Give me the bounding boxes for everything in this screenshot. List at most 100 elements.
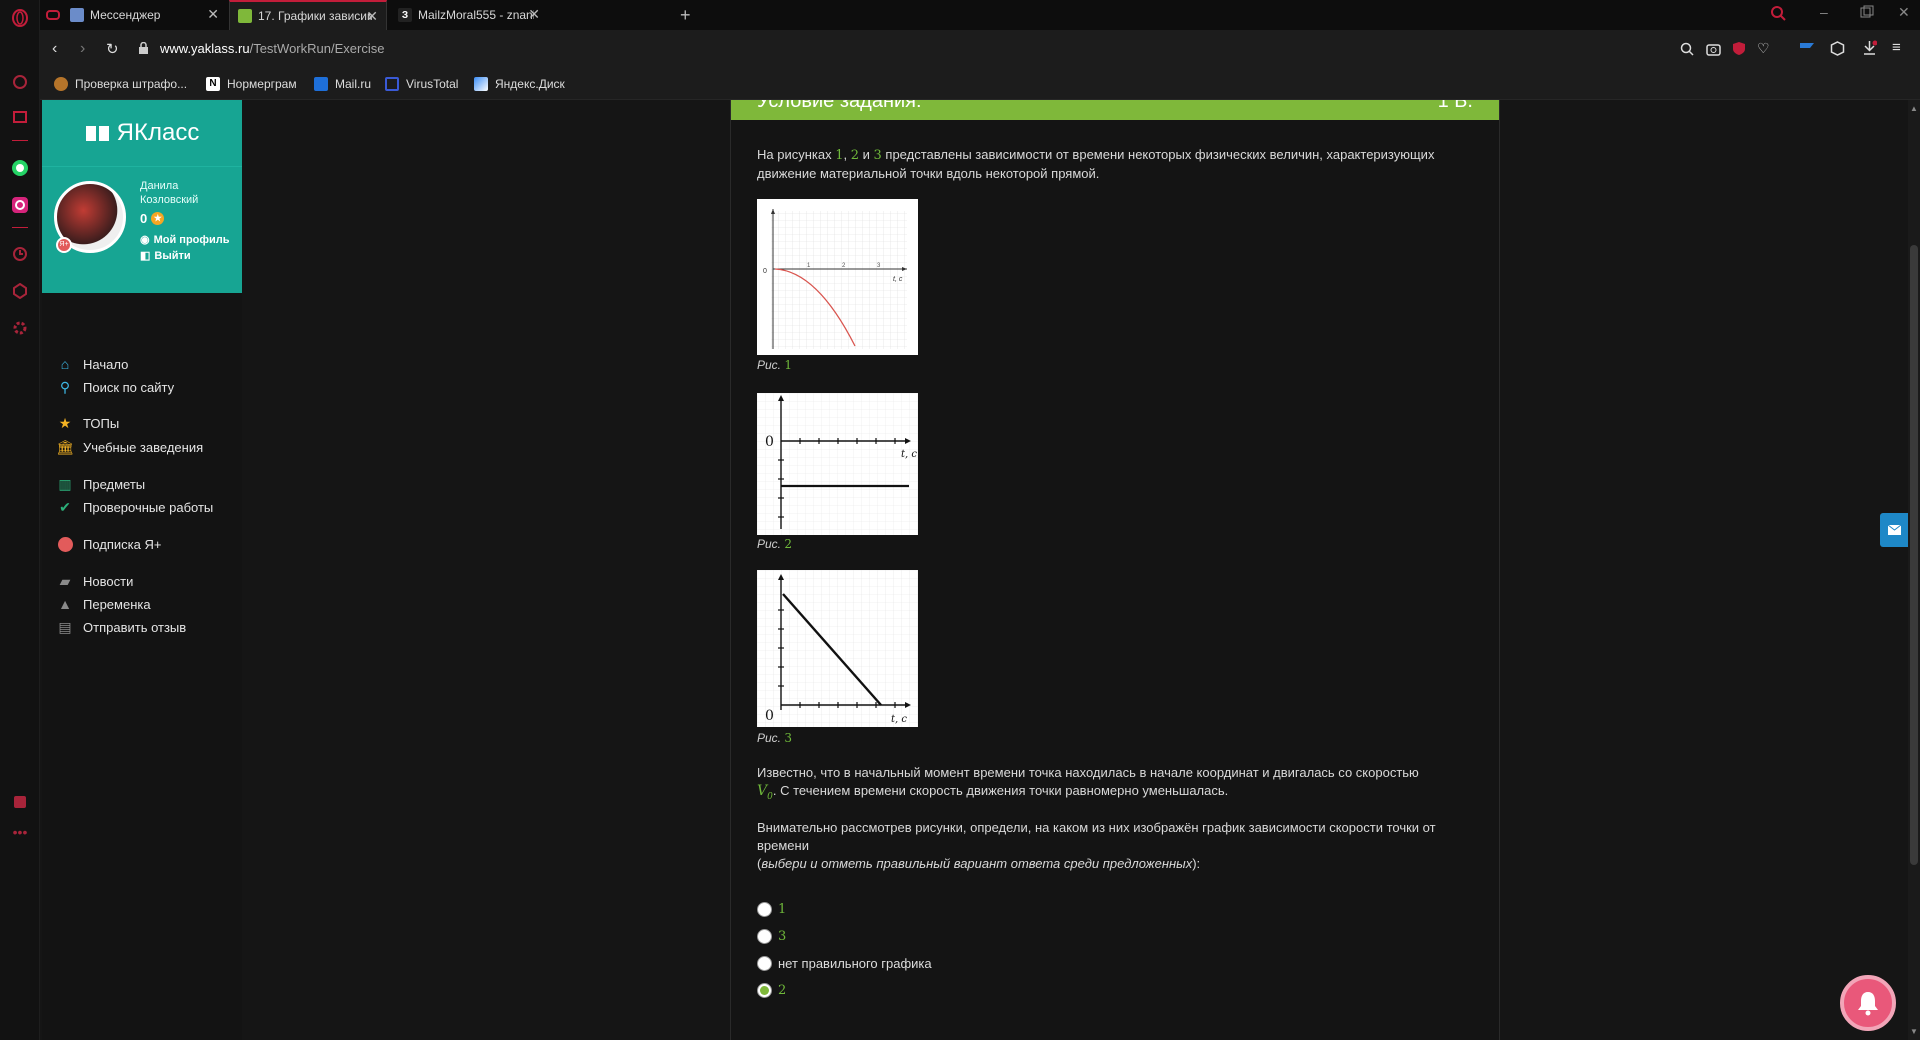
reload-icon[interactable]: ↻ <box>106 40 119 58</box>
nav-search[interactable]: ⚲ Поиск по сайту <box>56 379 174 395</box>
more-icon[interactable]: ••• <box>10 822 30 842</box>
nav-home[interactable]: ⌂ Начало <box>56 356 129 372</box>
answer-option[interactable]: 3 <box>757 929 786 944</box>
scroll-down-icon[interactable]: ▼ <box>1910 1027 1918 1036</box>
instagram-icon[interactable] <box>10 195 30 215</box>
url-field[interactable]: www.yaklass.ru/TestWorkRun/Exercise <box>160 41 384 56</box>
site-logo[interactable]: ЯКласс <box>42 100 242 166</box>
answer-option-selected[interactable]: 2 <box>757 983 786 998</box>
download-icon[interactable] <box>1862 40 1878 61</box>
search-icon[interactable] <box>1680 42 1694 61</box>
logo-text: ЯКласс <box>116 119 200 146</box>
bookmark-label: Нормерграм <box>227 77 297 91</box>
whatsapp-icon[interactable] <box>10 158 30 178</box>
nav-subjects[interactable]: ▥ Предметы <box>56 476 145 492</box>
bookmark-item[interactable]: VirusTotal <box>385 77 458 91</box>
radio-button[interactable] <box>757 929 772 944</box>
tab-messenger[interactable]: Мессенджер ✕ <box>62 0 227 30</box>
radio-button[interactable] <box>757 956 772 971</box>
flow-icon[interactable] <box>1799 41 1815 60</box>
extensions-icon[interactable] <box>10 281 30 301</box>
option-label: 2 <box>778 983 787 998</box>
feedback-mail-button[interactable] <box>1880 513 1908 547</box>
nav-tests[interactable]: ✔ Проверочные работы <box>56 499 213 515</box>
mail-icon <box>314 77 328 91</box>
speed-dial-icon[interactable] <box>10 72 30 92</box>
back-icon[interactable]: ‹ <box>52 40 57 58</box>
plus-subscription-icon <box>56 536 74 552</box>
axis-zero-label: 0 <box>765 708 774 724</box>
bookmark-item[interactable]: Проверка штрафо... <box>54 77 187 91</box>
nav-schools[interactable]: 🏛 Учебные заведения <box>56 439 203 455</box>
user-profile-card: Я+ Данила Козловский 0 ★ ◉ Мой профиль ◧ В… <box>42 166 242 293</box>
star-icon: ★ <box>58 414 72 431</box>
nav-subscription[interactable]: Подписка Я+ <box>56 536 161 552</box>
user-last-name: Козловский <box>140 194 199 206</box>
user-icon: ◉ <box>140 234 150 246</box>
url-host: www.yaklass.ru <box>160 41 250 56</box>
nav-feedback[interactable]: ▤ Отправить отзыв <box>56 619 186 635</box>
megaphone-icon: ▰ <box>59 572 71 589</box>
close-icon[interactable]: ✕ <box>366 8 378 25</box>
points-value: 0 <box>140 211 148 226</box>
nav-label: Начало <box>83 356 129 372</box>
adblock-icon[interactable] <box>1732 41 1746 61</box>
twitch-icon[interactable] <box>10 108 30 128</box>
bookmark-item[interactable]: Mail.ru <box>314 77 371 91</box>
yandex-disk-icon <box>474 77 488 91</box>
sidebar-pin-icon[interactable] <box>10 792 30 812</box>
scrollbar-thumb[interactable] <box>1910 245 1918 865</box>
yaklass-favicon-icon <box>238 9 252 23</box>
forward-icon[interactable]: › <box>80 40 85 58</box>
radio-button[interactable] <box>757 902 772 917</box>
check-circle-icon: ✔ <box>59 498 71 515</box>
figure-3: 0 t, c <box>757 570 918 727</box>
scroll-up-icon[interactable]: ▲ <box>1910 104 1918 113</box>
tab-search-icon[interactable] <box>1770 5 1786 26</box>
condition-text: . С течением времени скорость движения т… <box>772 783 1229 798</box>
close-icon[interactable]: ✕ <box>528 6 540 23</box>
restore-icon[interactable] <box>1860 5 1874 24</box>
option-label: нет правильного графика <box>778 956 932 971</box>
snapshot-icon[interactable] <box>1706 42 1721 61</box>
close-window-icon[interactable]: ✕ <box>1898 4 1910 21</box>
envelope-icon <box>1887 524 1902 535</box>
answer-option[interactable]: нет правильного графика <box>757 956 932 971</box>
nav-break[interactable]: ▲ Переменка <box>56 596 151 612</box>
nav-label: Переменка <box>83 596 151 612</box>
site-sidebar: ЯКласс Я+ Данила Козловский 0 ★ ◉ Мой про… <box>42 100 242 1040</box>
my-profile-link[interactable]: ◉ Мой профиль <box>140 233 230 246</box>
settings-gear-icon[interactable] <box>10 318 30 338</box>
gx-corner-icon[interactable] <box>44 6 62 24</box>
messenger-favicon-icon <box>70 8 84 22</box>
notifications-button[interactable] <box>1840 975 1896 1031</box>
tab-znanija[interactable]: З MailzMoral555 - znanija.co ✕ <box>390 0 548 30</box>
my-profile-label: Мой профиль <box>153 234 230 246</box>
bookmark-item[interactable]: Яндекс.Диск <box>474 77 565 91</box>
opera-menu-icon[interactable] <box>10 8 30 28</box>
nav-news[interactable]: ▰ Новости <box>56 572 134 589</box>
history-icon[interactable] <box>10 244 30 264</box>
book-icon <box>85 126 109 141</box>
heart-icon[interactable]: ♡ <box>1757 40 1770 57</box>
lock-icon[interactable] <box>138 41 149 55</box>
minimize-icon[interactable]: – <box>1820 4 1828 20</box>
easy-setup-icon[interactable]: ≡ <box>1892 39 1901 56</box>
radio-button-checked[interactable] <box>757 983 772 998</box>
new-tab-button[interactable]: + <box>680 5 691 26</box>
cube-icon[interactable] <box>1830 41 1845 61</box>
logout-link[interactable]: ◧ Выйти <box>140 249 191 262</box>
figure-ref: 3 <box>873 148 882 163</box>
tab-yaklass[interactable]: 17. Графики зависимости ✕ <box>229 0 387 30</box>
close-icon[interactable]: ✕ <box>207 6 219 23</box>
nav-tops[interactable]: ★ ТОПы <box>56 415 119 431</box>
user-name[interactable]: Данила Козловский <box>140 179 198 207</box>
caption-prefix: Рис. <box>757 731 782 745</box>
page-scrollbar[interactable]: ▲ ▼ <box>1908 100 1920 1040</box>
instruction-bracket: ): <box>1192 856 1201 871</box>
nav-label: Учебные заведения <box>83 439 204 455</box>
task-header: Условие задания: 1 Б. <box>731 100 1499 120</box>
bookmark-item[interactable]: N Нормерграм <box>206 77 297 91</box>
web-page: ЯКласс Я+ Данила Козловский 0 ★ ◉ Мой про… <box>40 100 1920 1040</box>
answer-option[interactable]: 1 <box>757 902 786 917</box>
